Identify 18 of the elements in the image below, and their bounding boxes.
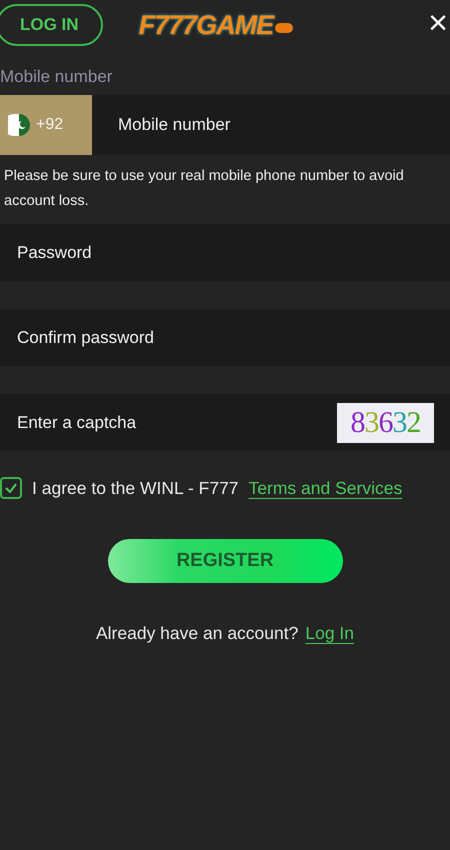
account-prompt: Already have an account? [96, 623, 298, 644]
captcha-field[interactable]: Enter a captcha 83632 [0, 394, 450, 451]
login-link[interactable]: Log In [305, 623, 354, 644]
login-button[interactable]: LOG IN [0, 4, 103, 46]
close-button[interactable]: × [428, 6, 448, 40]
terms-link[interactable]: Terms and Services [248, 478, 402, 498]
hint-text: Please be sure to use your real mobile phone number to avoid account loss. [3, 167, 405, 211]
register-button[interactable]: REGISTER [108, 539, 342, 583]
password-field[interactable]: Password [0, 224, 450, 281]
captcha-image[interactable]: 83632 [337, 402, 434, 442]
password-field[interactable]: Confirm password [0, 309, 450, 366]
logo-badge-icon [275, 23, 294, 33]
check-icon [4, 481, 18, 495]
agreement-text: I agree to the WINL - F777 [32, 478, 239, 498]
checkbox[interactable] [0, 477, 22, 499]
field-label: Mobile number [0, 67, 114, 87]
flag-icon [8, 114, 30, 136]
logo: F777GAME [138, 10, 274, 40]
